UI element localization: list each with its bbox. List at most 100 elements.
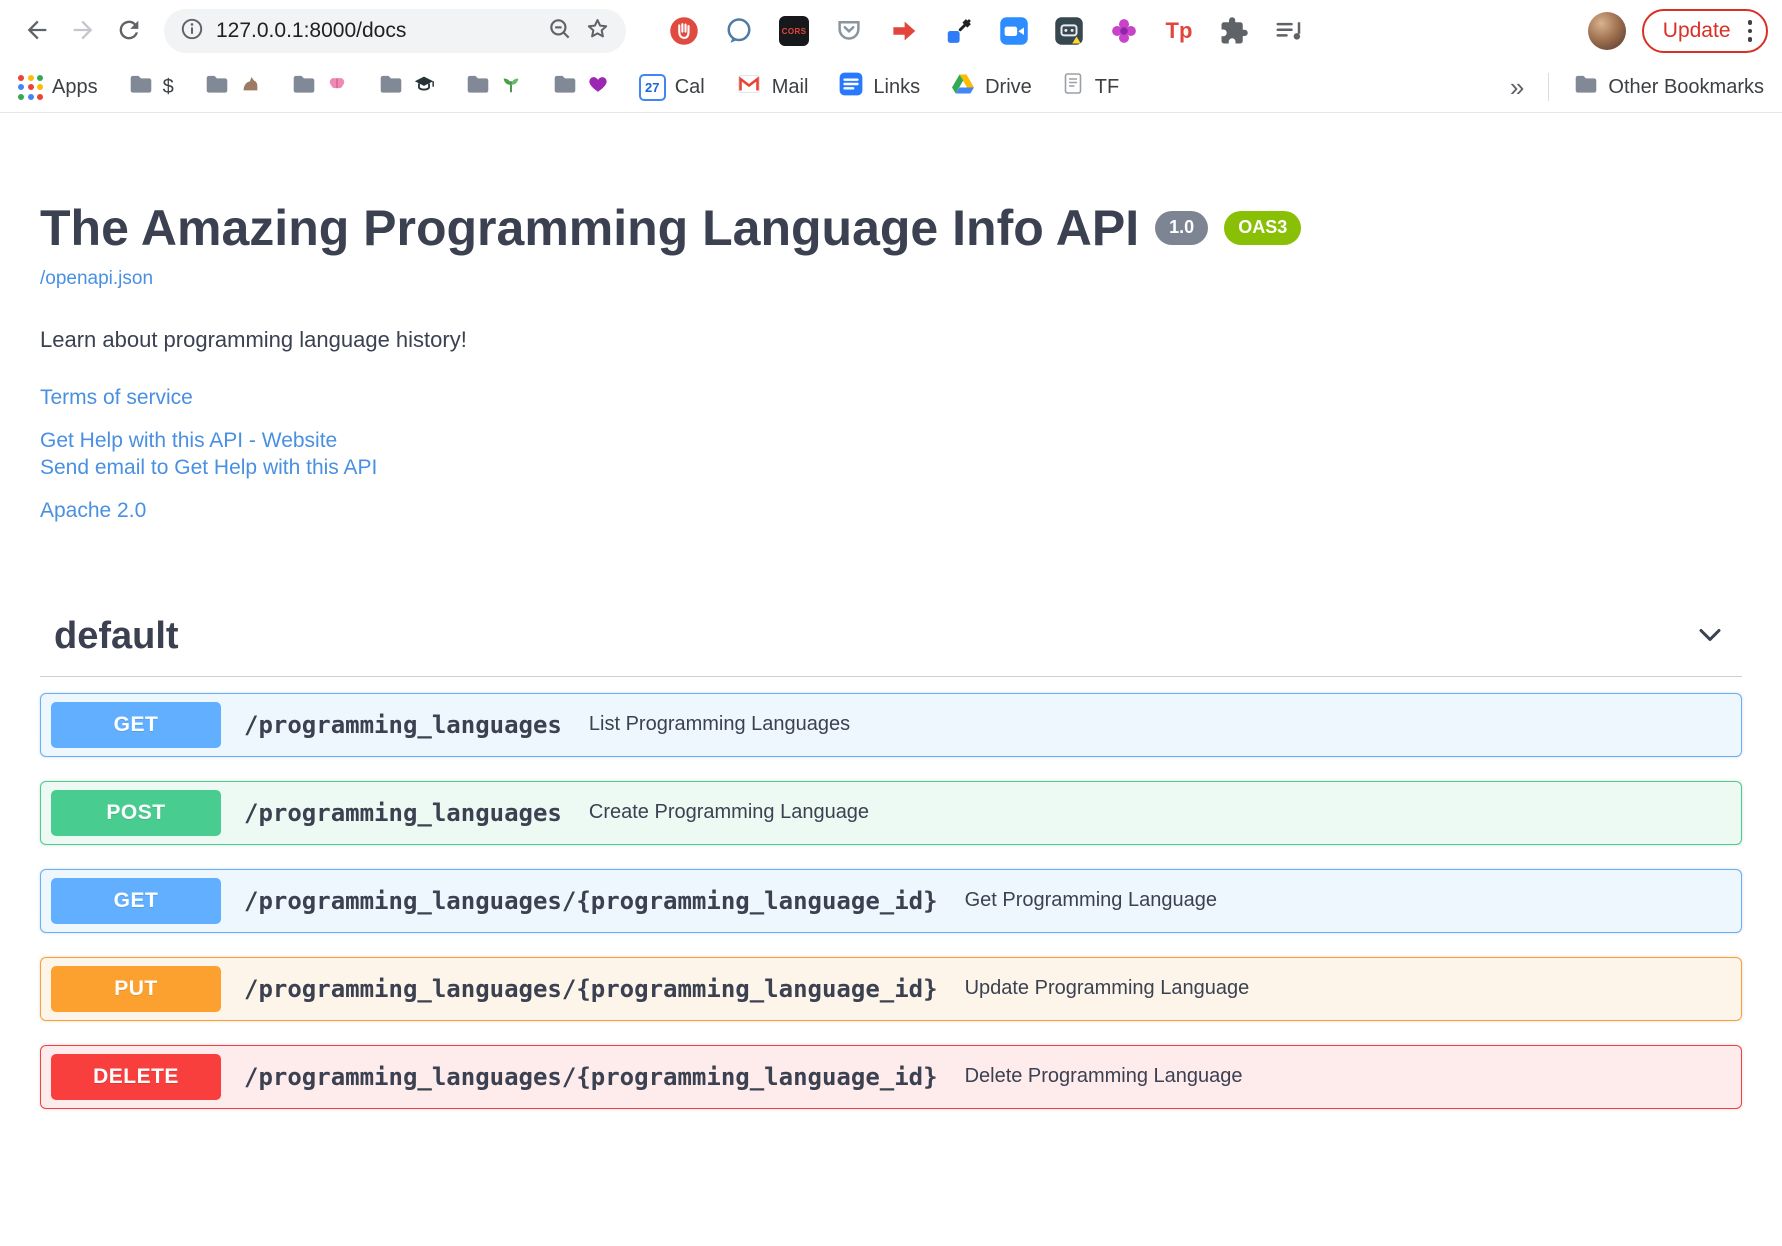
site-info-icon[interactable] — [179, 16, 205, 47]
page-title: The Amazing Programming Language Info AP… — [40, 201, 1742, 255]
text-prep-extension-icon[interactable]: Tp — [1163, 15, 1195, 47]
folder-icon — [128, 72, 154, 102]
method-badge: DELETE — [51, 1053, 221, 1100]
endpoint-path: /programming_languages — [244, 798, 562, 827]
horse-icon — [239, 73, 261, 101]
forward-button[interactable] — [60, 8, 106, 54]
operations-list: GET /programming_languages List Programm… — [40, 677, 1742, 1109]
tag-section-header[interactable]: default — [40, 615, 1742, 677]
endpoint-path: /programming_languages — [244, 710, 562, 739]
bookmark-mail[interactable]: Mail — [735, 72, 809, 102]
forward-arrow-icon — [69, 16, 97, 47]
zoom-icon[interactable] — [547, 16, 573, 47]
extensions-row: CORS Tp — [668, 15, 1305, 47]
reload-button[interactable] — [106, 8, 152, 54]
purple-heart-icon — [587, 73, 609, 101]
openapi-json-link[interactable]: /openapi.json — [40, 268, 153, 290]
api-info-block: The Amazing Programming Language Info AP… — [40, 201, 1742, 525]
bookmark-tf[interactable]: TF — [1062, 72, 1119, 102]
hand-blocker-extension-icon[interactable] — [668, 15, 700, 47]
tp-label: Tp — [1165, 18, 1193, 43]
bookmark-star-icon[interactable] — [584, 15, 611, 47]
bookmarks-overflow-button[interactable]: » — [1510, 72, 1524, 103]
flower-extension-icon[interactable] — [1108, 15, 1140, 47]
update-button[interactable]: Update — [1641, 9, 1768, 53]
swagger-ui: The Amazing Programming Language Info AP… — [0, 113, 1782, 1109]
bookmark-folder-horse[interactable] — [204, 72, 261, 102]
folder-icon — [1573, 72, 1599, 102]
tag-section: default GET /programming_languages List … — [40, 615, 1742, 1109]
bookmark-folder-graduation[interactable] — [378, 72, 435, 102]
collapse-section-button[interactable] — [1692, 617, 1728, 656]
back-button[interactable] — [14, 8, 60, 54]
bookmark-folder-brain[interactable] — [291, 72, 348, 102]
folder-icon — [378, 72, 404, 102]
menu-kebab-icon[interactable] — [1744, 16, 1757, 46]
pocket-extension-icon[interactable] — [833, 15, 865, 47]
method-badge: GET — [51, 877, 221, 924]
folder-icon — [552, 72, 578, 102]
bookmark-label: Other Bookmarks — [1608, 75, 1764, 98]
terms-of-service-link[interactable]: Terms of service — [40, 384, 1742, 412]
bookmark-label: TF — [1094, 75, 1120, 98]
bookmark-label: Mail — [771, 75, 809, 98]
browser-chrome: 127.0.0.1:8000/docs CORS Tp Update Apps … — [0, 0, 1782, 113]
share-arrow-extension-icon[interactable] — [888, 15, 920, 47]
apps-grid-icon — [18, 74, 43, 100]
endpoint-summary: Create Programming Language — [588, 801, 870, 824]
address-bar[interactable]: 127.0.0.1:8000/docs — [164, 9, 626, 53]
browser-toolbar: 127.0.0.1:8000/docs CORS Tp Update — [0, 0, 1782, 62]
profile-avatar[interactable] — [1587, 12, 1626, 50]
color-picker-extension-icon[interactable] — [943, 15, 975, 47]
folder-icon — [465, 72, 491, 102]
endpoint-summary: Get Programming Language — [964, 889, 1217, 912]
video-camera-extension-icon[interactable] — [998, 15, 1030, 47]
endpoint-row-put-update[interactable]: PUT /programming_languages/{programming_… — [40, 956, 1742, 1021]
website-help-link[interactable]: Get Help with this API - Website — [40, 427, 1742, 455]
endpoint-row-post-create[interactable]: POST /programming_languages Create Progr… — [40, 780, 1742, 845]
bookmark-apps[interactable]: Apps — [18, 74, 98, 100]
method-badge: PUT — [51, 965, 221, 1012]
url-text[interactable]: 127.0.0.1:8000/docs — [216, 19, 536, 43]
bookmark-label: $ — [162, 75, 174, 98]
bookmark-links[interactable]: Links — [838, 71, 920, 103]
endpoint-row-delete[interactable]: DELETE /programming_languages/{programmi… — [40, 1044, 1742, 1109]
bookmark-label: Apps — [52, 75, 98, 98]
api-title-text: The Amazing Programming Language Info AP… — [40, 200, 1140, 256]
overflow-chevrons-icon: » — [1509, 71, 1525, 102]
links-list-icon — [838, 71, 864, 103]
bookmark-drive[interactable]: Drive — [950, 72, 1032, 102]
brain-icon — [326, 73, 348, 101]
cors-label: CORS — [779, 16, 809, 46]
bookmark-label: Drive — [985, 75, 1032, 98]
other-bookmarks-button[interactable]: Other Bookmarks — [1573, 72, 1764, 102]
bookmark-folder-heart[interactable] — [552, 72, 609, 102]
bookmarks-divider — [1548, 73, 1550, 101]
extensions-puzzle-icon[interactable] — [1218, 15, 1250, 47]
bookmark-folder-herb[interactable] — [465, 72, 522, 102]
tag-name: default — [54, 614, 179, 657]
back-arrow-icon — [23, 16, 51, 47]
bookmark-folder-dollar[interactable]: $ — [128, 72, 174, 102]
chat-bubble-extension-icon[interactable] — [723, 15, 755, 47]
document-icon — [1062, 72, 1086, 102]
endpoint-summary: Delete Programming Language — [964, 1065, 1243, 1088]
herb-icon — [500, 73, 522, 101]
drive-triangle-icon — [950, 72, 976, 102]
bookmarks-bar: Apps $ 27 Cal Mail Links Drive TF » Othe… — [0, 62, 1782, 113]
endpoint-path: /programming_languages/{programming_lang… — [244, 886, 938, 915]
toolbar-right: Update — [1587, 9, 1768, 53]
bookmark-calendar[interactable]: 27 Cal — [638, 73, 705, 101]
method-badge: POST — [51, 789, 221, 836]
endpoint-row-get-list[interactable]: GET /programming_languages List Programm… — [40, 692, 1742, 757]
media-queue-icon[interactable] — [1273, 15, 1305, 47]
cors-extension-icon[interactable]: CORS — [778, 15, 810, 47]
gmail-icon — [735, 72, 763, 102]
bookmark-label: Links — [873, 75, 921, 98]
endpoint-row-get-single[interactable]: GET /programming_languages/{programming_… — [40, 868, 1742, 933]
robot-warning-extension-icon[interactable] — [1053, 15, 1085, 47]
license-link[interactable]: Apache 2.0 — [40, 497, 1742, 525]
email-help-link[interactable]: Send email to Get Help with this API — [40, 454, 1742, 482]
endpoint-path: /programming_languages/{programming_lang… — [244, 1062, 938, 1091]
version-badge: 1.0 — [1155, 211, 1209, 245]
